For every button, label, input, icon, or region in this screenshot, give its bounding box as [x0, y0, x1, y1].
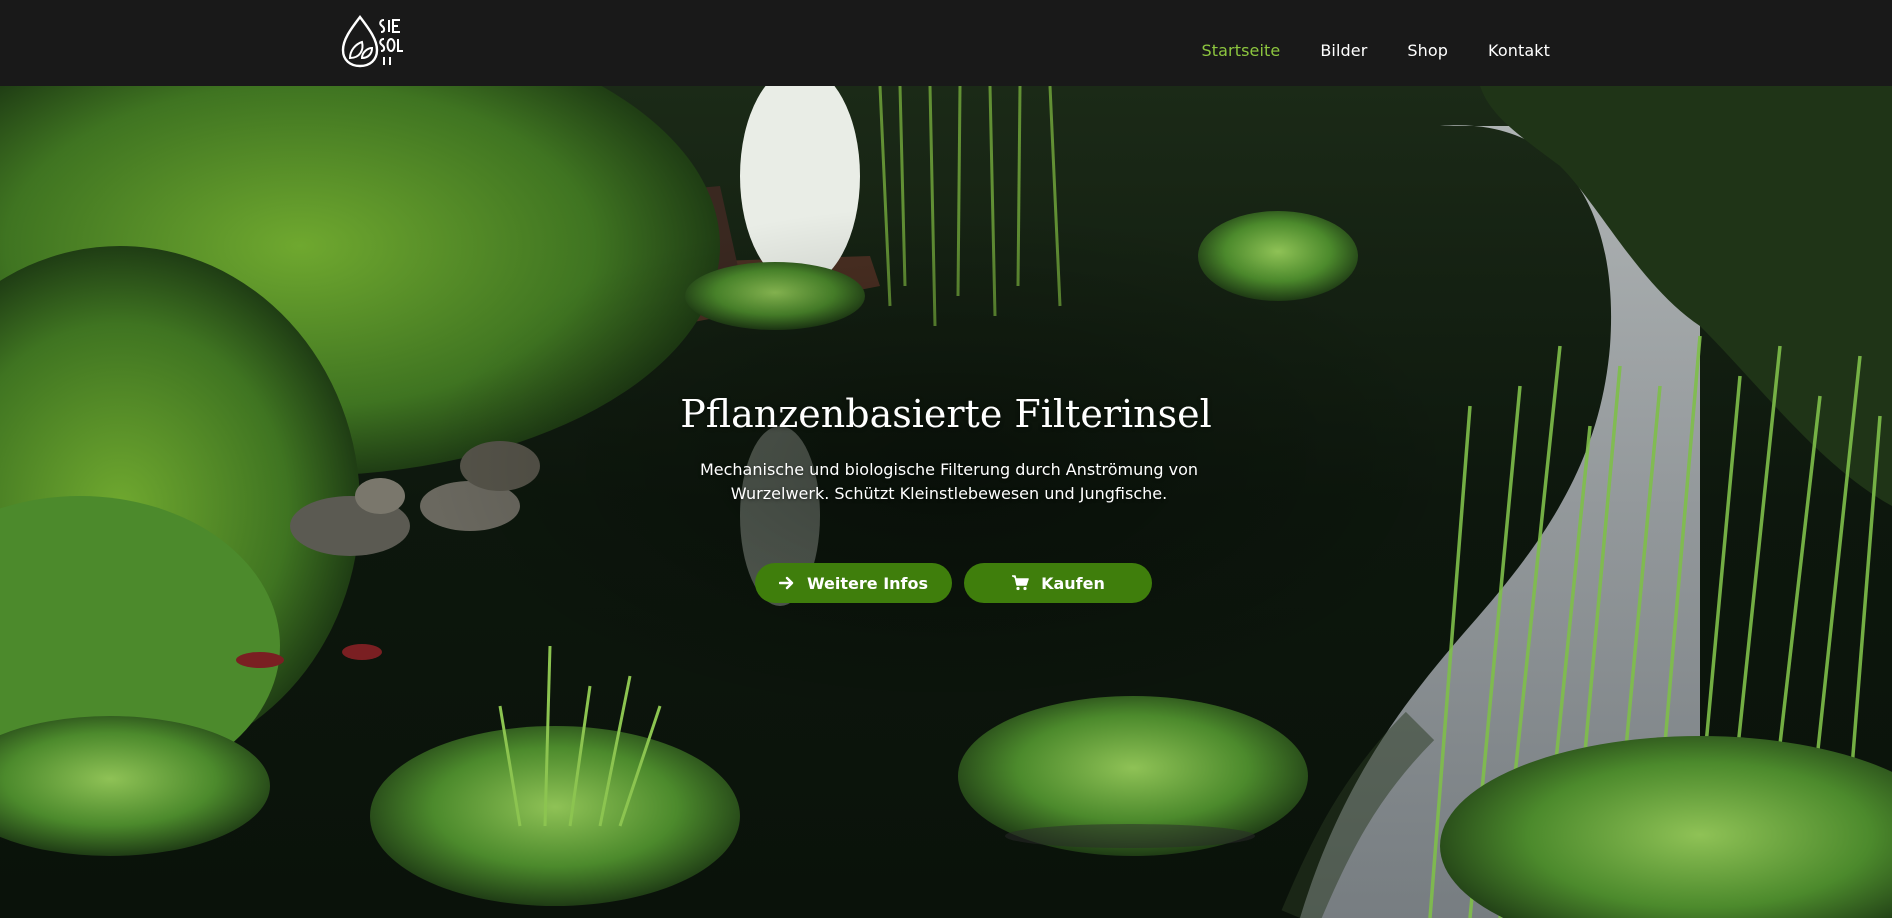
buy-button[interactable]: Kaufen: [964, 563, 1152, 603]
nav-item-startseite[interactable]: Startseite: [1202, 27, 1281, 60]
nav-item-kontakt[interactable]: Kontakt: [1488, 27, 1550, 60]
arrow-right-icon: [778, 576, 795, 590]
main-navigation: Startseite Bilder Shop Kontakt: [1202, 0, 1550, 86]
site-logo[interactable]: [340, 14, 414, 70]
shopping-cart-icon: [1011, 575, 1029, 591]
hero-title: Pflanzenbasierte Filterinsel: [680, 392, 1212, 436]
hero-content: Pflanzenbasierte Filterinsel Mechanische…: [0, 86, 1892, 918]
buy-label: Kaufen: [1041, 573, 1105, 593]
more-info-label: Weitere Infos: [806, 573, 929, 593]
nav-item-shop[interactable]: Shop: [1407, 27, 1448, 60]
logo-leaf-icon: [341, 15, 403, 68]
nav-item-bilder[interactable]: Bilder: [1320, 27, 1367, 60]
hero-section: Pflanzenbasierte Filterinsel Mechanische…: [0, 86, 1892, 918]
hero-subtitle: Mechanische und biologische Filterung du…: [699, 460, 1199, 503]
site-header: Startseite Bilder Shop Kontakt: [0, 0, 1892, 86]
more-info-button[interactable]: Weitere Infos: [755, 563, 952, 603]
